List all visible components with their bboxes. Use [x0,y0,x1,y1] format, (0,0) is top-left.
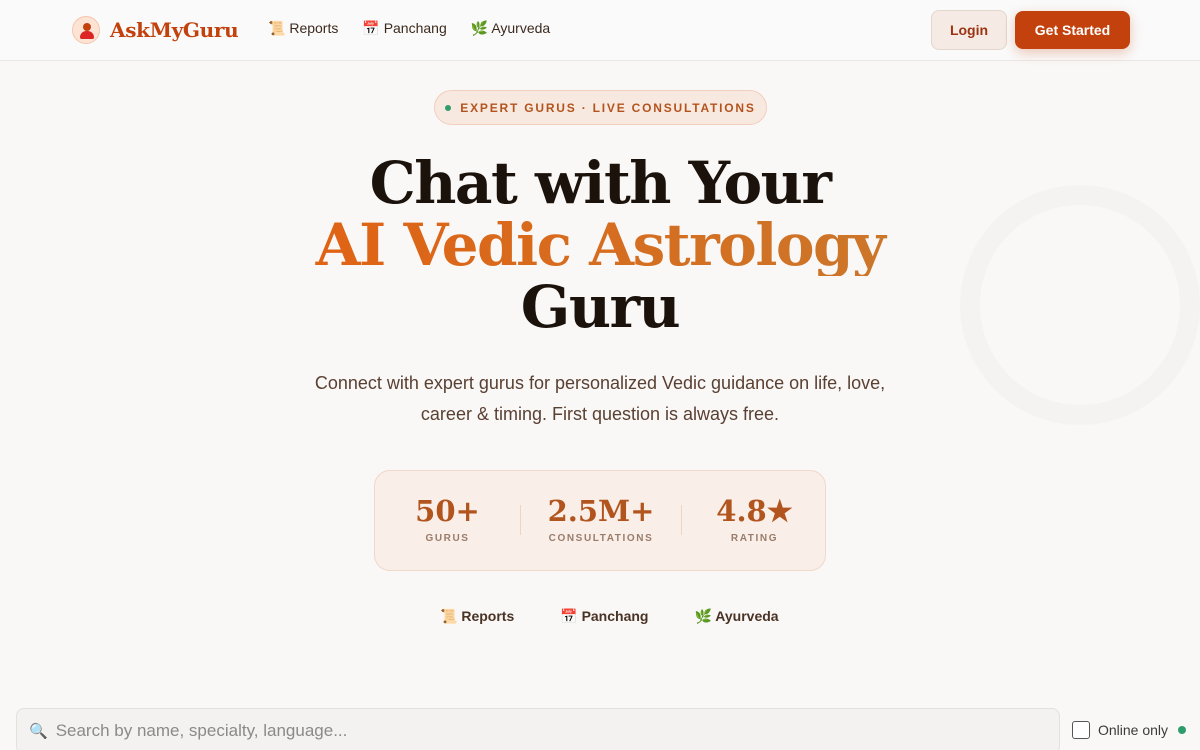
nav-link-label: Ayurveda [491,20,551,36]
stat-value: 4.8★ [716,494,793,528]
hero-title: Chat with Your AI Vedic Astrology Guru [200,152,1000,338]
scroll-icon: 📜 [268,20,286,36]
guru-search-bar: 🔍 [16,708,1060,750]
nav-links: 📜 Reports 📅 Panchang 🌿 Ayurveda [268,20,550,37]
quick-link-reports[interactable]: 📜 Reports [440,608,514,625]
stats-card: 50+ GURUS 2.5M+ CONSULTATIONS 4.8★ RATIN… [374,470,826,571]
stat-label: RATING [730,533,779,544]
guru-logo-icon [72,16,100,44]
brand-name: AskMyGuru [110,18,239,42]
nav-link-label: Panchang [383,20,447,36]
hero-title-highlight: AI Vedic Astrology [200,214,1000,276]
brand-logo[interactable]: AskMyGuru [72,14,239,46]
quick-links: 📜 Reports 📅 Panchang 🌿 Ayurveda [440,608,779,625]
herb-icon: 🌿 [694,608,712,624]
nav-link-ayurveda[interactable]: 🌿 Ayurveda [471,20,550,37]
nav-link-panchang[interactable]: 📅 Panchang [362,20,446,37]
stat-label: GURUS [425,533,470,544]
search-input[interactable] [55,721,1016,741]
hero-badge-text: EXPERT GURUS · LIVE CONSULTATIONS [460,100,756,115]
scroll-icon: 📜 [440,608,458,624]
top-navigation: AskMyGuru 📜 Reports 📅 Panchang 🌿 Ayurved… [0,0,1200,61]
get-started-button[interactable]: Get Started [1015,11,1130,49]
quick-link-label: Panchang [581,608,649,624]
search-icon: 🔍 [29,723,48,740]
online-only-checkbox[interactable] [1072,721,1090,739]
nav-link-reports[interactable]: 📜 Reports [268,20,338,37]
hero-title-line1: Chat with Your [369,149,832,217]
stat-value: 50+ [415,494,480,528]
hero-badge: EXPERT GURUS · LIVE CONSULTATIONS [434,90,767,125]
live-status-dot-icon [445,104,452,111]
quick-link-ayurveda[interactable]: 🌿 Ayurveda [694,608,778,625]
quick-link-label: Ayurveda [715,608,779,624]
stat-rating: 4.8★ RATING [682,493,827,544]
nav-link-label: Reports [289,20,339,36]
stat-consultations: 2.5M+ CONSULTATIONS [521,493,681,544]
calendar-icon: 📅 [362,20,380,36]
stat-value: 2.5M+ [547,494,655,528]
quick-link-label: Reports [461,608,515,624]
hero-subtitle: Connect with expert gurus for personaliz… [314,373,886,424]
herb-icon: 🌿 [470,20,489,36]
quick-link-panchang[interactable]: 📅 Panchang [560,608,648,625]
online-only-filter: Online only [1072,721,1187,739]
calendar-icon: 📅 [560,608,578,624]
stat-gurus: 50+ GURUS [375,493,520,544]
login-button[interactable]: Login [931,10,1007,50]
stat-label: CONSULTATIONS [548,533,654,544]
online-only-label: Online only [1098,722,1169,738]
online-status-dot-icon [1178,726,1187,734]
hero-title-line3: Guru [520,273,681,341]
